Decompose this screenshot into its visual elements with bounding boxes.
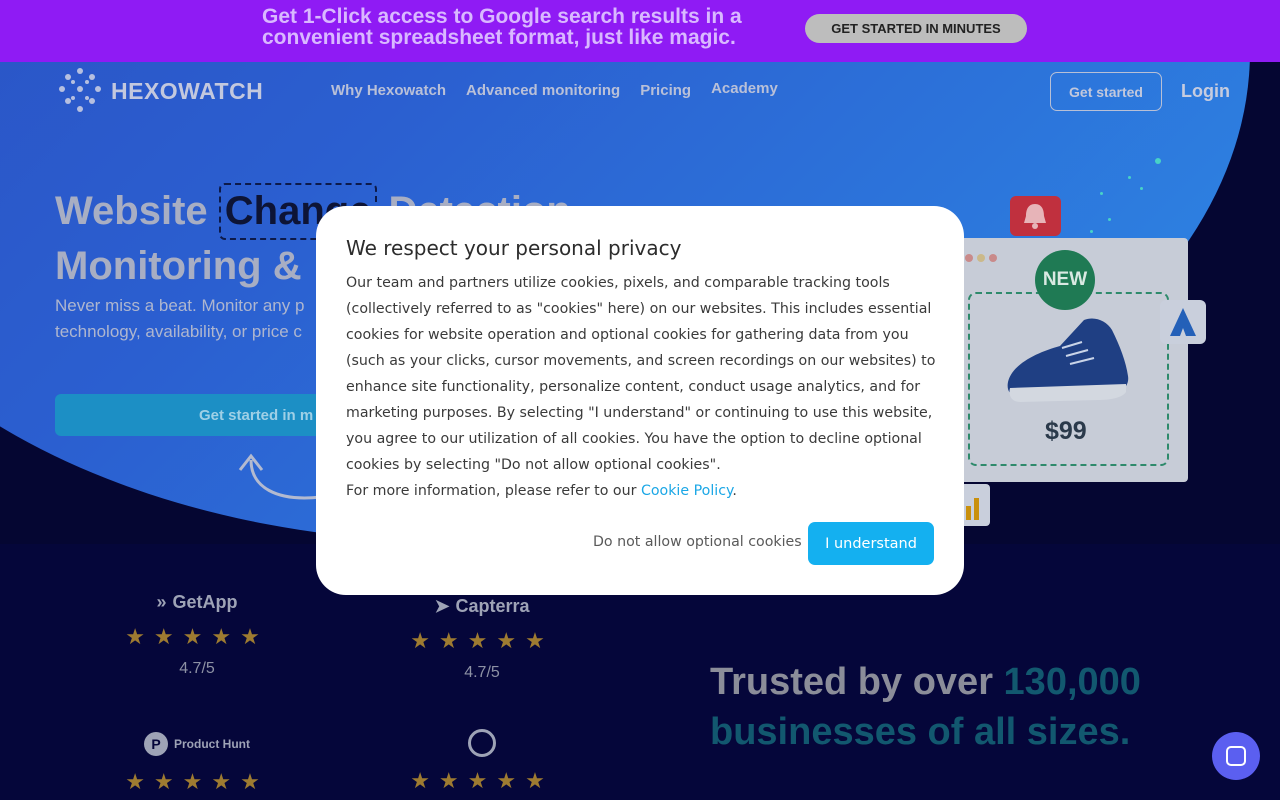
- cookie-consent-dialog: We respect your personal privacy Our tea…: [316, 206, 964, 595]
- cookie-policy-link[interactable]: Cookie Policy: [641, 483, 732, 499]
- period: .: [732, 483, 737, 499]
- cookie-dialog-body: Our team and partners utilize cookies, p…: [346, 270, 936, 504]
- cookie-more-info: For more information, please refer to ou…: [346, 478, 936, 504]
- cookie-more-info-text: For more information, please refer to ou…: [346, 483, 641, 499]
- cookie-dialog-title: We respect your personal privacy: [346, 236, 682, 260]
- decline-optional-cookies-button[interactable]: Do not allow optional cookies: [593, 534, 802, 550]
- accept-cookies-button[interactable]: I understand: [808, 522, 934, 565]
- cookie-dialog-text: Our team and partners utilize cookies, p…: [346, 275, 936, 473]
